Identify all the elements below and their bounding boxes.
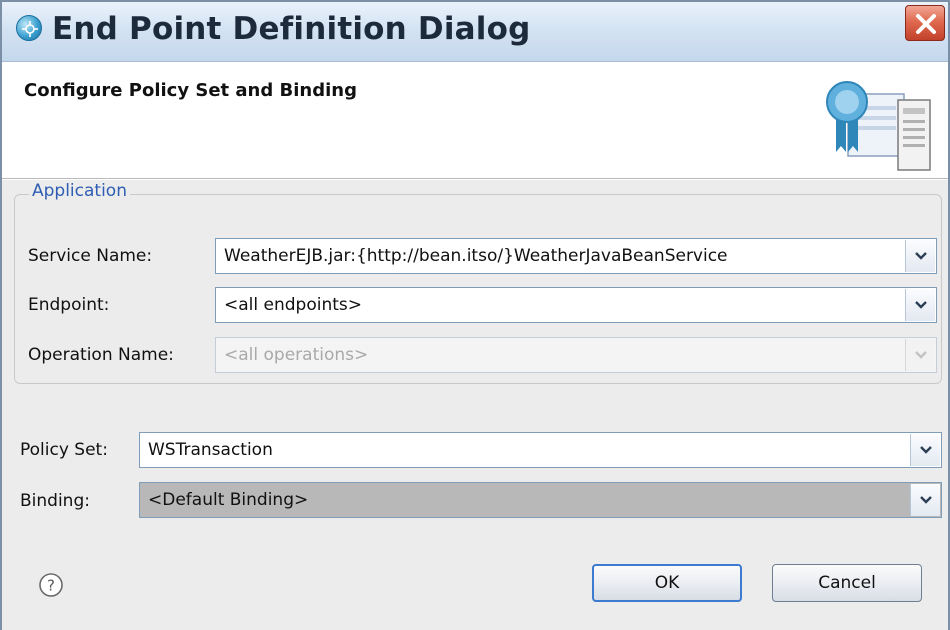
header-banner: Configure Policy Set and Binding [2, 62, 948, 179]
chevron-down-icon [920, 446, 932, 454]
chevron-down-icon [920, 496, 932, 504]
operation-name-value: <all operations> [224, 345, 369, 365]
operation-name-dropdown-button [905, 339, 935, 371]
end-point-definition-dialog: End Point Definition Dialog Configure Po… [0, 0, 950, 630]
endpoint-dropdown-button[interactable] [905, 289, 935, 321]
page-title: Configure Policy Set and Binding [24, 80, 357, 101]
policy-set-combo[interactable]: WSTransaction [139, 432, 942, 468]
service-name-label: Service Name: [28, 246, 153, 266]
dialog-content: Application Service Name: WeatherEJB.jar… [2, 180, 948, 630]
binding-label: Binding: [20, 491, 90, 511]
endpoint-label: Endpoint: [28, 295, 110, 315]
service-name-value: WeatherEJB.jar:{http://bean.itso/}Weathe… [224, 246, 728, 266]
application-group-label: Application [29, 181, 130, 201]
operation-name-label: Operation Name: [28, 345, 174, 365]
title-bar[interactable]: End Point Definition Dialog [2, 2, 948, 62]
service-name-dropdown-button[interactable] [905, 240, 935, 272]
binding-combo[interactable]: <Default Binding> [139, 482, 942, 518]
svg-text:?: ? [47, 577, 55, 595]
close-icon [916, 14, 936, 34]
binding-value: <Default Binding> [148, 490, 309, 510]
endpoint-combo[interactable]: <all endpoints> [215, 287, 937, 323]
chevron-down-icon [915, 351, 927, 359]
chevron-down-icon [915, 252, 927, 260]
certificate-ribbon-icon [826, 81, 931, 171]
close-button[interactable] [905, 5, 945, 41]
operation-name-combo: <all operations> [215, 337, 937, 373]
policy-set-label: Policy Set: [20, 440, 108, 460]
cancel-button[interactable]: Cancel [772, 564, 922, 602]
policy-set-dropdown-button[interactable] [910, 434, 940, 466]
window-title: End Point Definition Dialog [52, 11, 531, 47]
chevron-down-icon [915, 301, 927, 309]
eclipse-ws-icon [16, 15, 42, 41]
endpoint-value: <all endpoints> [224, 295, 362, 315]
policy-set-value: WSTransaction [148, 440, 273, 460]
service-name-combo[interactable]: WeatherEJB.jar:{http://bean.itso/}Weathe… [215, 238, 937, 274]
ok-button[interactable]: OK [592, 564, 742, 602]
application-group: Application Service Name: WeatherEJB.jar… [14, 181, 942, 384]
binding-dropdown-button[interactable] [910, 484, 940, 516]
help-icon[interactable]: ? [38, 572, 64, 598]
